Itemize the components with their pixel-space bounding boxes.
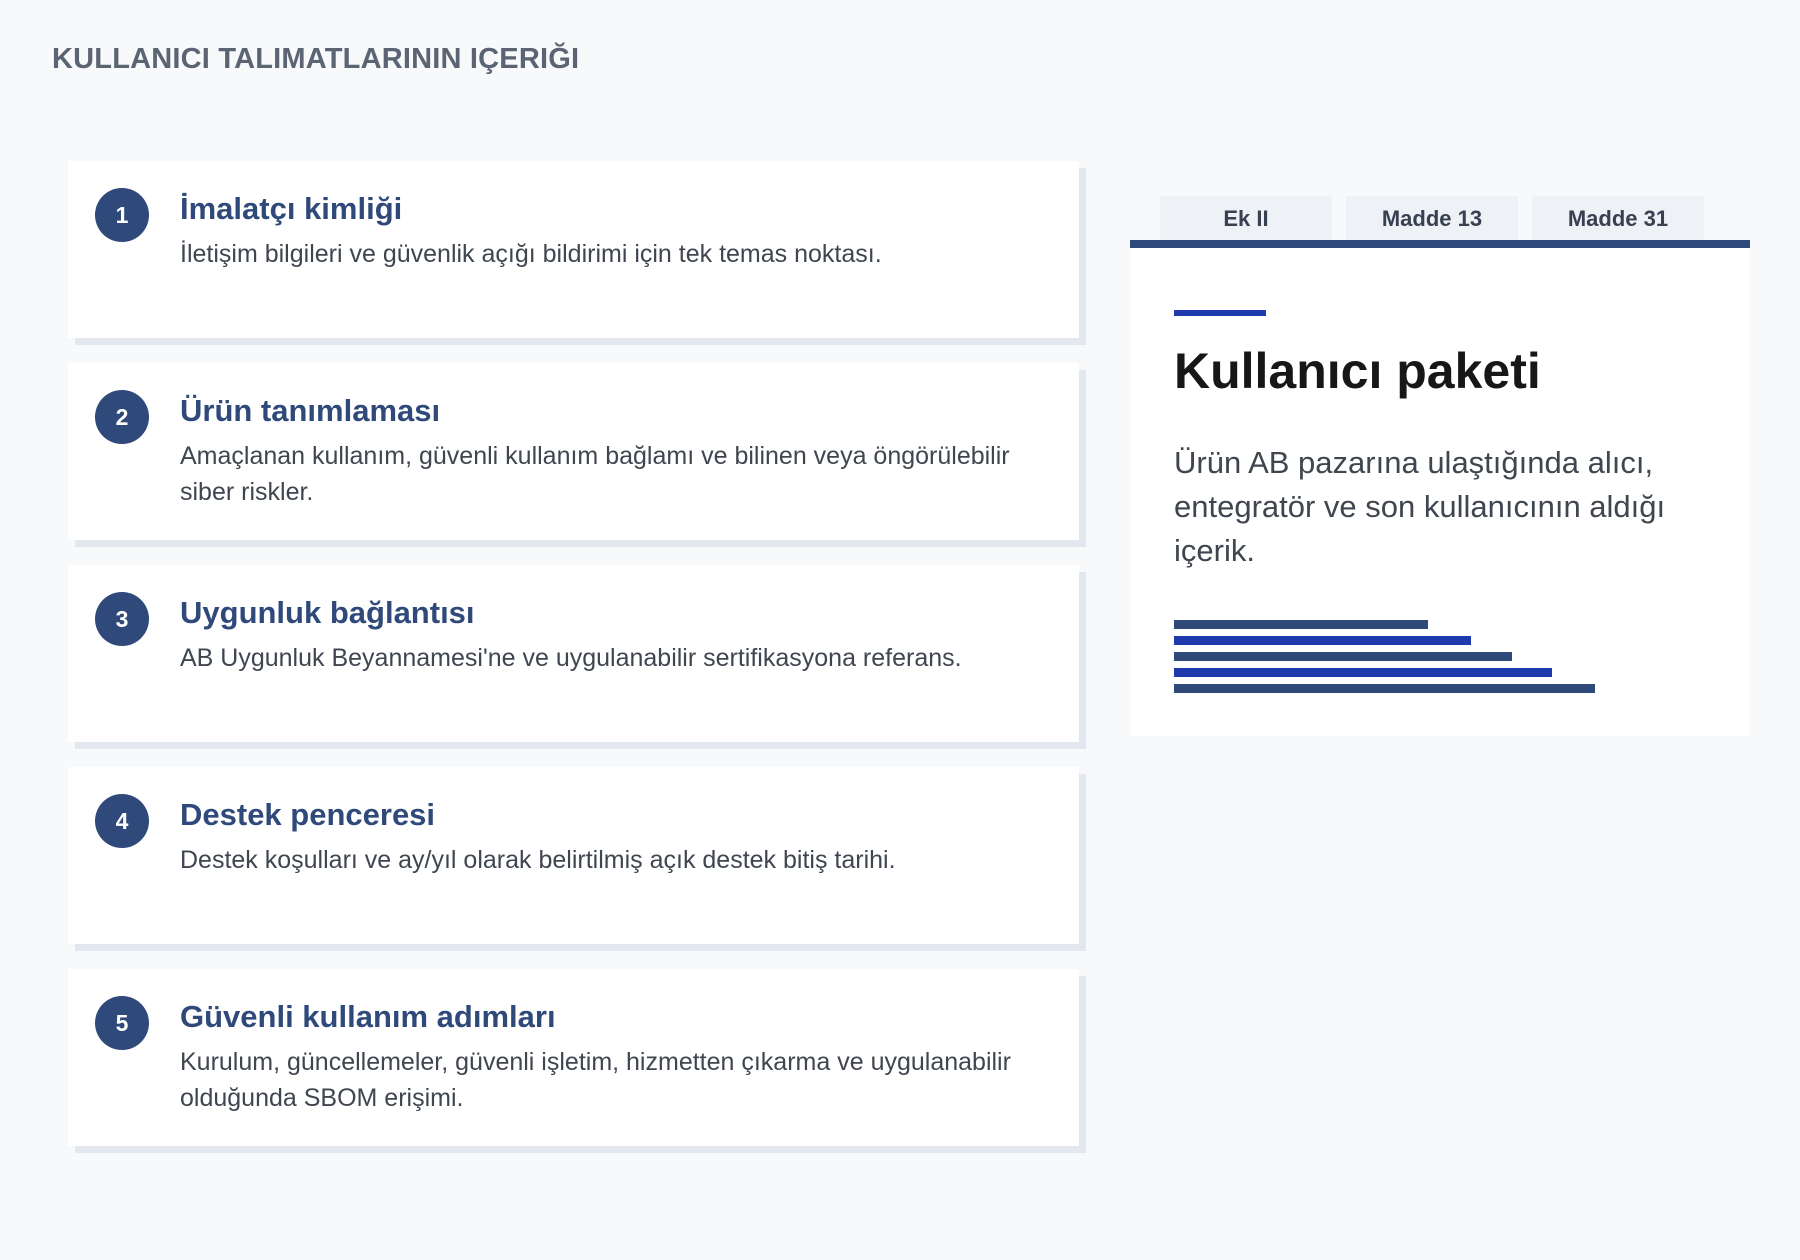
tab-ek-ii[interactable]: Ek II [1160,196,1332,240]
panel-description: Ürün AB pazarına ulaştığında alıcı, ente… [1174,445,1666,568]
decorative-bars [1174,620,1595,700]
decorative-bar [1174,652,1512,661]
step-description: Amaçlanan kullanım, güvenli kullanım bağ… [180,442,1010,506]
step-description: İletişim bilgileri ve güvenlik açığı bil… [180,240,882,268]
list-item: 4 Destek penceresi Destek koşulları ve a… [68,767,1086,951]
step-title: Uygunluk bağlantısı [180,595,475,630]
decorative-bar [1174,684,1595,693]
decorative-bar [1174,620,1428,629]
accent-line [1174,310,1266,316]
list-item: 5 Güvenli kullanım adımları Kurulum, gün… [68,969,1086,1153]
steps-list: 1 İmalatçı kimliği İletişim bilgileri ve… [68,161,1086,1171]
step-number-badge: 2 [95,390,149,444]
step-number-badge: 4 [95,794,149,848]
tab-madde-13[interactable]: Madde 13 [1346,196,1518,240]
reference-tabs: Ek II Madde 13 Madde 31 [1160,196,1704,240]
step-card: 3 Uygunluk bağlantısı AB Uygunluk Beyann… [68,565,1079,742]
step-title: İmalatçı kimliği [180,191,403,226]
step-card: 4 Destek penceresi Destek koşulları ve a… [68,767,1079,944]
step-card: 2 Ürün tanımlaması Amaçlanan kullanım, g… [68,363,1079,540]
panel-top-rule [1130,240,1750,248]
list-item: 1 İmalatçı kimliği İletişim bilgileri ve… [68,161,1086,345]
step-description: AB Uygunluk Beyannamesi'ne ve uygulanabi… [180,644,962,672]
step-title: Güvenli kullanım adımları [180,999,556,1034]
step-title: Destek penceresi [180,797,436,832]
step-title: Ürün tanımlaması [180,393,441,428]
tab-madde-31[interactable]: Madde 31 [1532,196,1704,240]
decorative-bar [1174,668,1552,677]
step-card: 1 İmalatçı kimliği İletişim bilgileri ve… [68,161,1079,338]
step-description: Kurulum, güncellemeler, güvenli işletim,… [180,1048,1011,1112]
decorative-bar [1174,636,1471,645]
step-number-badge: 3 [95,592,149,646]
step-description: Destek koşulları ve ay/yıl olarak belirt… [180,846,896,874]
list-item: 2 Ürün tanımlaması Amaçlanan kullanım, g… [68,363,1086,547]
step-number-badge: 5 [95,996,149,1050]
info-panel: Kullanıcı paketi Ürün AB pazarına ulaştı… [1130,248,1750,736]
step-card: 5 Güvenli kullanım adımları Kurulum, gün… [68,969,1079,1146]
list-item: 3 Uygunluk bağlantısı AB Uygunluk Beyann… [68,565,1086,749]
step-number-badge: 1 [95,188,149,242]
page-title: KULLANICI TALIMATLARININ IÇERIĞI [52,43,580,75]
panel-title: Kullanıcı paketi [1174,343,1541,399]
